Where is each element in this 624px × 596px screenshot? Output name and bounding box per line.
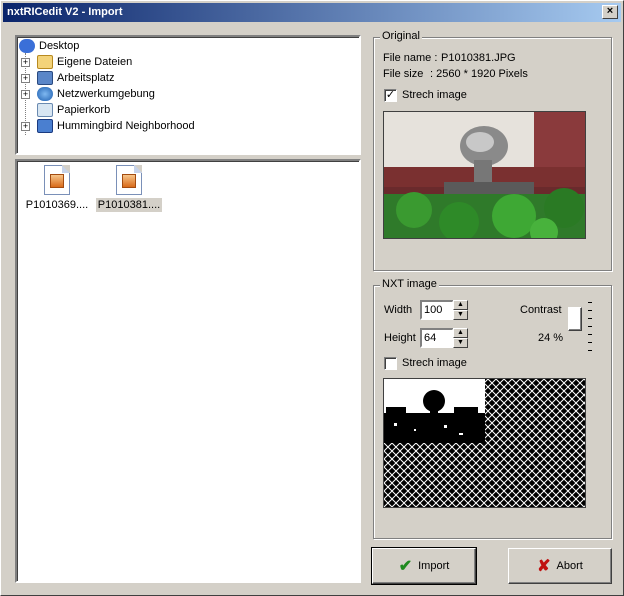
- file-name-value: P1010381.JPG: [441, 52, 516, 64]
- nxt-image-group: NXT image Width 100 ▲ ▼ Height 64 ▲ ▼ Co…: [373, 278, 612, 539]
- original-group: Original File name : P1010381.JPG File s…: [373, 30, 612, 271]
- window-title: nxtRICedit V2 - Import: [7, 6, 123, 18]
- expand-toggle[interactable]: +: [21, 90, 30, 99]
- file-list[interactable]: P1010369.... P1010381....: [15, 159, 361, 583]
- nxt-image-preview: [383, 378, 586, 508]
- tree-item-label: Arbeitsplatz: [57, 72, 115, 84]
- contrast-value: 24 %: [538, 332, 564, 344]
- title-bar[interactable]: nxtRICedit V2 - Import ×: [3, 3, 621, 22]
- folder-icon: [37, 55, 53, 69]
- height-up-button[interactable]: ▲: [453, 328, 468, 338]
- width-input[interactable]: 100: [420, 300, 454, 320]
- expand-toggle[interactable]: +: [21, 74, 30, 83]
- tree-item-label: Papierkorb: [57, 104, 111, 116]
- height-label: Height: [384, 332, 416, 344]
- contrast-slider-ticks: [588, 302, 592, 352]
- import-button-label: Import: [418, 560, 450, 572]
- tree-item-label: Desktop: [39, 40, 80, 52]
- network-drive-icon: [37, 119, 53, 133]
- nxt-stretch-label[interactable]: Strech image: [402, 357, 467, 369]
- abort-button-label: Abort: [556, 560, 583, 572]
- file-label: P1010369....: [25, 199, 89, 211]
- file-size-value: : 2560 * 1920 Pixels: [430, 68, 528, 80]
- contrast-slider-thumb[interactable]: [568, 307, 582, 331]
- import-dialog: nxtRICedit V2 - Import × Desktop + Eigen…: [0, 0, 624, 596]
- folder-tree[interactable]: Desktop + Eigene Dateien + Arbeitsplatz …: [15, 35, 361, 155]
- height-spinner[interactable]: 64 ▲ ▼: [420, 328, 470, 348]
- height-down-button[interactable]: ▼: [453, 338, 468, 348]
- tree-item-label: Eigene Dateien: [57, 56, 133, 68]
- width-up-button[interactable]: ▲: [453, 300, 468, 310]
- recycle-bin-icon: [37, 103, 53, 117]
- tree-item-label: Netzwerkumgebung: [57, 88, 155, 100]
- close-button[interactable]: ×: [602, 5, 618, 19]
- width-down-button[interactable]: ▼: [453, 310, 468, 320]
- checkmark-icon: ✔: [398, 558, 413, 575]
- x-icon: ✘: [537, 558, 551, 575]
- nxt-stretch-checkbox[interactable]: [384, 357, 397, 370]
- computer-icon: [37, 71, 53, 85]
- import-button[interactable]: ✔ Import: [371, 547, 477, 585]
- original-stretch-label[interactable]: Strech image: [402, 89, 467, 101]
- file-size-label: File size: [383, 68, 424, 80]
- original-image-preview: [383, 111, 586, 239]
- image-file-icon: [44, 165, 70, 195]
- desktop-icon: [19, 39, 35, 53]
- width-spinner[interactable]: 100 ▲ ▼: [420, 300, 470, 320]
- expand-toggle[interactable]: +: [21, 58, 30, 67]
- file-item[interactable]: P1010369....: [21, 165, 93, 212]
- file-name-label: File name :: [383, 52, 438, 64]
- height-input[interactable]: 64: [420, 328, 454, 348]
- nxt-legend: NXT image: [380, 278, 439, 290]
- original-stretch-checkbox[interactable]: ✓: [384, 89, 397, 102]
- contrast-slider[interactable]: [568, 300, 592, 352]
- width-label: Width: [384, 304, 413, 316]
- file-item-selected[interactable]: P1010381....: [93, 165, 165, 212]
- image-file-icon: [116, 165, 142, 195]
- network-icon: [37, 87, 53, 101]
- file-label: P1010381....: [95, 198, 163, 212]
- tree-item-label: Hummingbird Neighborhood: [57, 120, 195, 132]
- abort-button[interactable]: ✘ Abort: [508, 548, 612, 584]
- expand-toggle[interactable]: +: [21, 122, 30, 131]
- contrast-label: Contrast: [520, 304, 562, 316]
- original-legend: Original: [380, 30, 422, 42]
